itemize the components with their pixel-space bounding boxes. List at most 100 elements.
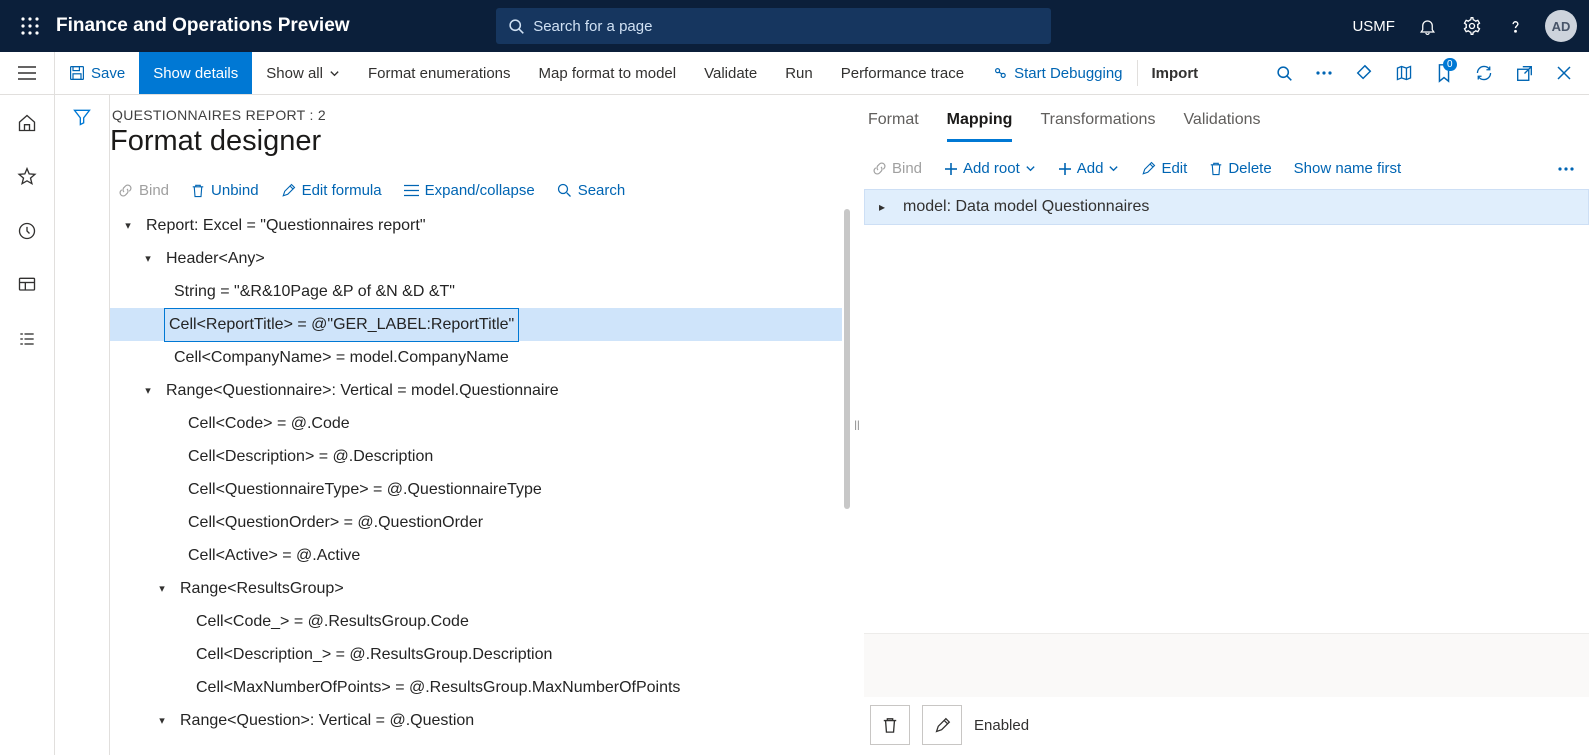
rp-more-icon[interactable] [1549, 162, 1589, 176]
show-name-first-button[interactable]: Show name first [1286, 156, 1410, 181]
run-button[interactable]: Run [771, 52, 827, 94]
caret-down-icon[interactable]: ▾ [154, 573, 170, 605]
tab-mapping[interactable]: Mapping [947, 111, 1013, 142]
tab-validations[interactable]: Validations [1183, 111, 1260, 142]
splitter-handle[interactable]: || [850, 95, 864, 755]
delete-enabled-button[interactable] [870, 705, 910, 745]
edit-enabled-button[interactable] [922, 705, 962, 745]
edit-formula-button[interactable]: Edit formula [273, 178, 390, 203]
tree-label: Cell<Code> = @.Code [188, 408, 350, 440]
delete-button[interactable]: Delete [1201, 156, 1279, 181]
tree-node-range-question[interactable]: ▾Range<Question>: Vertical = @.Question [110, 704, 842, 737]
expand-collapse-label: Expand/collapse [425, 182, 535, 199]
unbind-button[interactable]: Unbind [183, 178, 267, 203]
validate-button[interactable]: Validate [690, 52, 771, 94]
badge-count: 0 [1443, 58, 1457, 71]
start-debugging-button[interactable]: Start Debugging [978, 52, 1136, 94]
edit-button[interactable]: Edit [1133, 156, 1195, 181]
tree-node-description[interactable]: Cell<Description> = @.Description [110, 440, 842, 473]
hamburger-icon[interactable] [18, 66, 36, 80]
tree-node-report[interactable]: ▾ Report: Excel = "Questionnaires report" [110, 209, 842, 242]
map-icon[interactable] [1385, 54, 1423, 92]
tree-node-range-results[interactable]: ▾Range<ResultsGroup> [110, 572, 842, 605]
import-button[interactable]: Import [1138, 52, 1213, 94]
company-code[interactable]: USMF [1344, 18, 1403, 35]
edit-formula-label: Edit formula [302, 182, 382, 199]
add-root-label: Add root [963, 160, 1020, 177]
modules-icon[interactable] [11, 323, 43, 355]
save-button[interactable]: Save [55, 52, 139, 94]
filter-icon[interactable] [72, 107, 92, 755]
validate-label: Validate [704, 65, 757, 82]
performance-trace-button[interactable]: Performance trace [827, 52, 978, 94]
add-root-button[interactable]: Add root [936, 156, 1044, 181]
scrollbar[interactable] [844, 209, 850, 509]
tree-node-range-questionnaire[interactable]: ▾ Range<Questionnaire>: Vertical = model.… [110, 374, 842, 407]
caret-down-icon[interactable]: ▾ [140, 243, 156, 275]
tree-search-button[interactable]: Search [549, 178, 634, 203]
caret-down-icon[interactable]: ▾ [154, 705, 170, 737]
tree-node-reporttitle[interactable]: Cell<ReportTitle> = @"GER_LABEL:ReportTi… [110, 308, 842, 341]
recent-icon[interactable] [11, 215, 43, 247]
tree-label: Cell<MaxNumberOfPoints> = @.ResultsGroup… [196, 672, 680, 704]
tree-node-active[interactable]: Cell<Active> = @.Active [110, 539, 842, 572]
settings-icon[interactable] [1453, 7, 1491, 45]
tree-node-rg-code[interactable]: Cell<Code_> = @.ResultsGroup.Code [110, 605, 842, 638]
close-icon[interactable] [1545, 54, 1583, 92]
tree-node-string[interactable]: String = "&R&10Page &P of &N &D &T" [110, 275, 842, 308]
plus-icon [1058, 162, 1072, 176]
search-icon [557, 183, 572, 198]
tree-node-companyname[interactable]: Cell<CompanyName> = model.CompanyName [110, 341, 842, 374]
add-button[interactable]: Add [1050, 156, 1128, 181]
attach-icon[interactable] [1345, 54, 1383, 92]
tree-label: Report: Excel = "Questionnaires report" [146, 210, 426, 242]
caret-down-icon[interactable]: ▾ [120, 210, 136, 242]
app-title: Finance and Operations Preview [56, 15, 350, 37]
tab-format[interactable]: Format [868, 111, 919, 142]
global-search[interactable] [496, 8, 1051, 44]
format-enumerations-button[interactable]: Format enumerations [354, 52, 525, 94]
format-tree: ▾Report: Excel = "Questionnaires report"… [110, 209, 842, 737]
format-enum-label: Format enumerations [368, 65, 511, 82]
user-avatar[interactable]: AD [1545, 10, 1577, 42]
search-command-icon[interactable] [1265, 54, 1303, 92]
more-commands-icon[interactable] [1305, 54, 1343, 92]
tree-node-qtype[interactable]: Cell<QuestionnaireType> = @.Questionnair… [110, 473, 842, 506]
tree-label: Cell<CompanyName> = model.CompanyName [174, 342, 509, 374]
link-icon [118, 183, 133, 198]
caret-down-icon[interactable]: ▾ [140, 375, 156, 407]
plus-icon [944, 162, 958, 176]
global-search-input[interactable] [533, 18, 1039, 35]
workspaces-icon[interactable] [11, 269, 43, 301]
bookmark-badge-icon[interactable]: 0 [1425, 54, 1463, 92]
caret-right-icon[interactable]: ▸ [879, 200, 885, 214]
trash-icon [191, 183, 205, 198]
debug-icon [992, 65, 1008, 81]
home-icon[interactable] [11, 107, 43, 139]
tree-node-rg-desc[interactable]: Cell<Description_> = @.ResultsGroup.Desc… [110, 638, 842, 671]
map-format-button[interactable]: Map format to model [525, 52, 691, 94]
show-details-button[interactable]: Show details [139, 52, 252, 94]
tree-node-rg-maxpoints[interactable]: Cell<MaxNumberOfPoints> = @.ResultsGroup… [110, 671, 842, 704]
model-root-row[interactable]: ▸ model: Data model Questionnaires [864, 189, 1589, 225]
tree-node-header[interactable]: ▾Header<Any> [110, 242, 842, 275]
chevron-down-icon [1108, 163, 1119, 174]
trash-icon [1209, 161, 1223, 176]
notifications-icon[interactable] [1409, 7, 1447, 45]
popout-icon[interactable] [1505, 54, 1543, 92]
enabled-label: Enabled [974, 717, 1029, 734]
tree-node-qorder[interactable]: Cell<QuestionOrder> = @.QuestionOrder [110, 506, 842, 539]
tree-node-code[interactable]: Cell<Code> = @.Code [110, 407, 842, 440]
app-launcher-icon[interactable] [12, 8, 48, 44]
show-all-button[interactable]: Show all [252, 52, 354, 94]
tree-label: Cell<QuestionnaireType> = @.Questionnair… [188, 474, 542, 506]
refresh-icon[interactable] [1465, 54, 1503, 92]
show-details-label: Show details [153, 65, 238, 82]
expand-collapse-button[interactable]: Expand/collapse [396, 178, 543, 203]
tab-transformations[interactable]: Transformations [1040, 111, 1155, 142]
help-icon[interactable] [1497, 7, 1535, 45]
tree-label: Range<Questionnaire>: Vertical = model.Q… [166, 375, 559, 407]
enabled-row: Enabled [864, 697, 1589, 755]
favorites-icon[interactable] [11, 161, 43, 193]
add-label: Add [1077, 160, 1104, 177]
